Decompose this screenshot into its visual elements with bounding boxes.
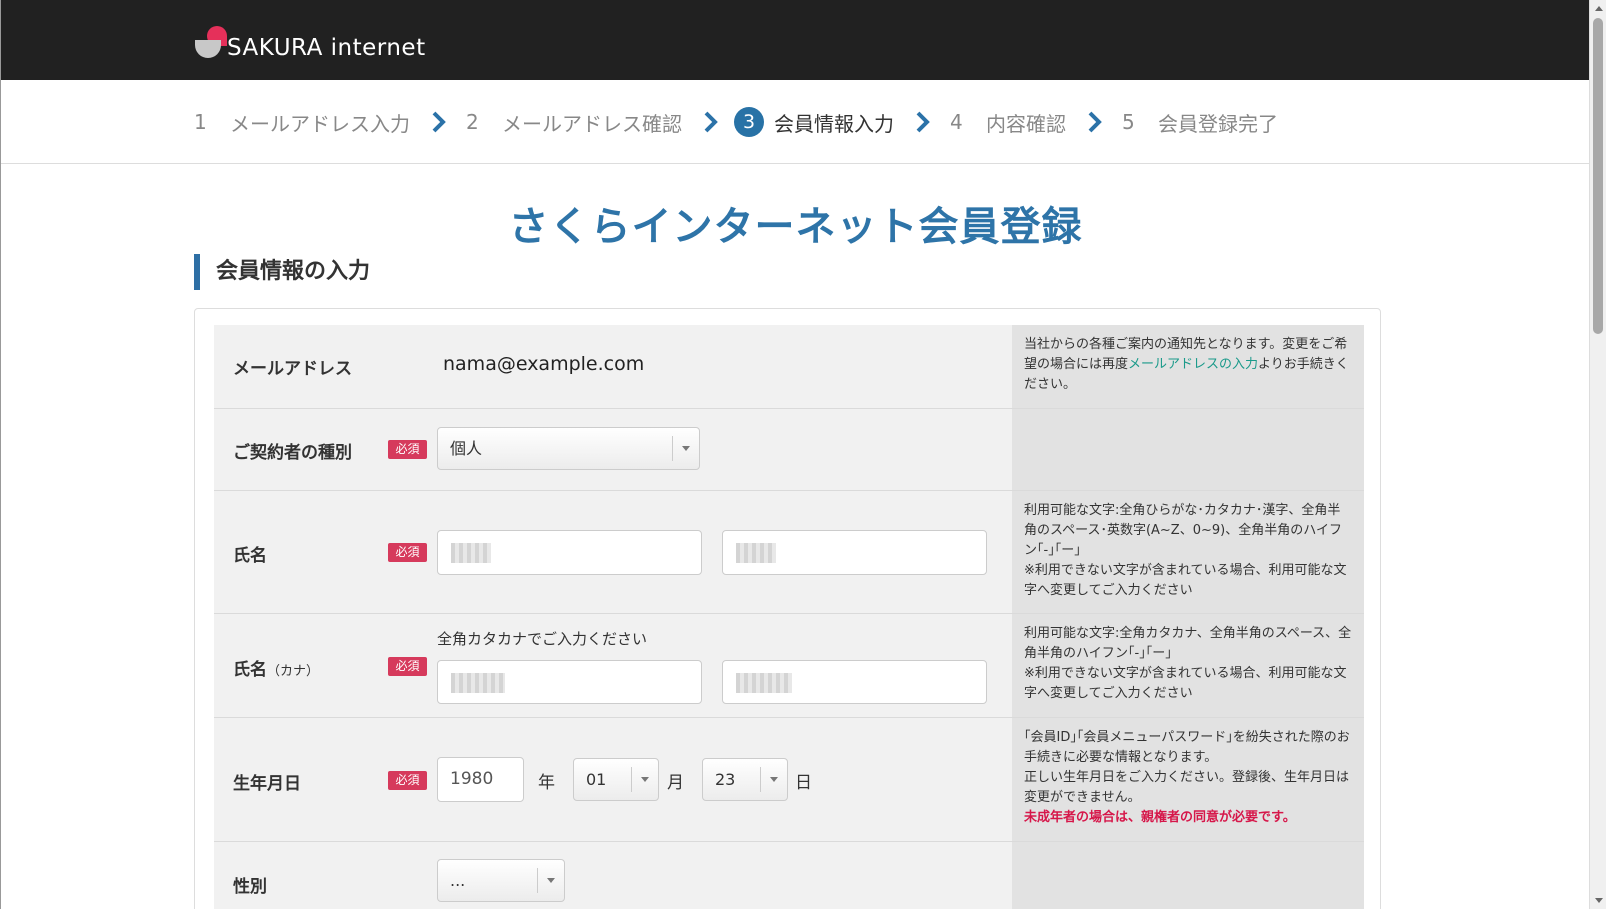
sakura-logo[interactable]: SAKURA internet [195, 16, 426, 64]
chevron-down-icon [631, 767, 658, 792]
chevron-down-icon [672, 436, 699, 461]
email-value: nama@example.com [443, 353, 645, 375]
year-unit: 年 [538, 773, 555, 793]
step-5: 5 会員登録完了 [1122, 108, 1278, 137]
contract-type-help [1012, 409, 1364, 490]
kana-note: 全角カタカナでご入力ください [437, 630, 648, 648]
email-label: メールアドレス [233, 359, 352, 379]
member-info-form: メールアドレス nama@example.com 当社からの各種ご案内の通知先と… [194, 308, 1381, 909]
scroll-up-arrow-icon[interactable] [1590, 0, 1606, 17]
gender-select[interactable]: ... [437, 859, 565, 902]
step-4: 4 内容確認 [950, 108, 1066, 137]
gender-selected: ... [450, 871, 466, 890]
required-badge: 必須 [388, 657, 427, 676]
first-name-kana-input[interactable] [722, 660, 987, 704]
required-badge: 必須 [388, 543, 427, 562]
name-row: 氏名 必須 利用可能な文字:全角ひらがな･カタカナ･漢字、全角半角のスペース･英… [214, 491, 1364, 614]
contract-type-select[interactable]: 個人 [437, 427, 700, 470]
step-number: 3 [734, 107, 764, 137]
birthdate-help-text: ｢会員ID｣｢会員メニューパスワード｣を紛失された際のお手続きに必要な情報となり… [1024, 730, 1350, 765]
month-unit: 月 [667, 773, 684, 793]
birth-day-value: 23 [715, 770, 736, 789]
chevron-right-icon [908, 107, 938, 137]
section-title: 会員情報の入力 [194, 254, 370, 290]
minor-warning: 未成年者の場合は、親権者の同意が必要です。 [1024, 810, 1296, 825]
step-label: メールアドレス入力 [230, 111, 410, 136]
birthdate-help: ｢会員ID｣｢会員メニューパスワード｣を紛失された際のお手続きに必要な情報となり… [1012, 718, 1364, 841]
scroll-down-arrow-icon[interactable] [1590, 892, 1606, 909]
name-help: 利用可能な文字:全角ひらがな･カタカナ･漢字、全角半角のスペース･英数字(A~Z… [1012, 491, 1364, 613]
name-label: 氏名 [233, 546, 267, 566]
contract-type-label: ご契約者の種別 [233, 443, 352, 463]
day-unit: 日 [795, 773, 812, 793]
contract-type-row: ご契約者の種別 必須 個人 [214, 409, 1364, 491]
birth-month-select[interactable]: 01 [573, 758, 659, 801]
step-label: メールアドレス確認 [502, 111, 682, 136]
birth-day-select[interactable]: 23 [702, 758, 788, 801]
birthdate-label: 生年月日 [233, 774, 301, 794]
redacted-value [736, 673, 792, 693]
required-badge: 必須 [388, 771, 427, 790]
chevron-right-icon [696, 107, 726, 137]
gender-row: 性別 ... [214, 842, 1364, 909]
logo-text: SAKURA internet [227, 35, 426, 61]
birthdate-row: 生年月日 必須 1980 年 01 月 23 日 ｢会員ID｣｢会員メニューパス… [214, 718, 1364, 842]
redacted-value [736, 543, 776, 563]
site-header: SAKURA internet [1, 0, 1590, 80]
name-kana-label: 氏名（カナ） [233, 660, 320, 680]
birth-month-value: 01 [586, 770, 607, 789]
name-help-text: 利用可能な文字:全角ひらがな･カタカナ･漢字、全角半角のスペース･英数字(A~Z… [1024, 503, 1342, 558]
birthdate-help-note: 正しい生年月日をご入力ください。登録後、生年月日は変更ができません。 [1024, 770, 1350, 805]
step-2: 2 メールアドレス確認 [466, 108, 682, 137]
browser-window: SAKURA internet 1 メールアドレス入力 2 メールアドレス確認 … [0, 0, 1606, 909]
step-3-current: 3 会員情報入力 [734, 107, 894, 137]
step-number: 1 [194, 110, 207, 134]
chevron-down-icon [760, 767, 787, 792]
birth-year-value: 1980 [450, 769, 494, 789]
first-name-input[interactable] [722, 530, 987, 575]
chevron-right-icon [424, 107, 454, 137]
email-help: 当社からの各種ご案内の通知先となります。変更をご希望の場合には再度メールアドレス… [1012, 325, 1364, 408]
step-number: 4 [950, 110, 963, 134]
step-number: 2 [466, 110, 479, 134]
email-input-link[interactable]: メールアドレスの入力 [1128, 357, 1258, 372]
name-kana-sublabel: （カナ） [267, 664, 320, 679]
step-1: 1 メールアドレス入力 [194, 108, 410, 137]
name-kana-help: 利用可能な文字:全角カタカナ、全角半角のスペース、全角半角のハイフン｢-｣｢ー｣… [1012, 614, 1364, 717]
name-kana-help-note: ※利用できない文字が含まれている場合、利用可能な文字へ変更してご入力ください [1024, 666, 1347, 701]
step-number: 5 [1122, 110, 1135, 134]
redacted-value [451, 673, 505, 693]
email-row: メールアドレス nama@example.com 当社からの各種ご案内の通知先と… [214, 325, 1364, 409]
step-label: 会員登録完了 [1158, 111, 1278, 136]
progress-steps: 1 メールアドレス入力 2 メールアドレス確認 3 会員情報入力 4 内容確認 … [1, 80, 1590, 164]
name-help-note: ※利用できない文字が含まれている場合、利用可能な文字へ変更してご入力ください [1024, 563, 1347, 598]
scrollbar-thumb[interactable] [1593, 18, 1603, 334]
last-name-kana-input[interactable] [437, 660, 702, 704]
gender-label: 性別 [233, 877, 267, 897]
vertical-scrollbar[interactable] [1589, 0, 1606, 909]
birth-year-input[interactable]: 1980 [437, 757, 524, 802]
name-kana-help-text: 利用可能な文字:全角カタカナ、全角半角のスペース、全角半角のハイフン｢-｣｢ー｣ [1024, 626, 1352, 661]
page-title: さくらインターネット会員登録 [508, 204, 1083, 250]
required-badge: 必須 [388, 440, 427, 459]
step-label: 会員情報入力 [774, 111, 894, 136]
contract-type-selected: 個人 [450, 439, 483, 458]
step-label: 内容確認 [986, 111, 1066, 136]
sakura-logo-icon [195, 24, 227, 64]
last-name-input[interactable] [437, 530, 702, 575]
chevron-down-icon [537, 868, 564, 893]
chevron-right-icon [1080, 107, 1110, 137]
gender-help [1012, 842, 1364, 909]
redacted-value [451, 543, 491, 563]
name-kana-row: 氏名（カナ） 必須 全角カタカナでご入力ください 利用可能な文字:全角カタカナ、… [214, 614, 1364, 718]
